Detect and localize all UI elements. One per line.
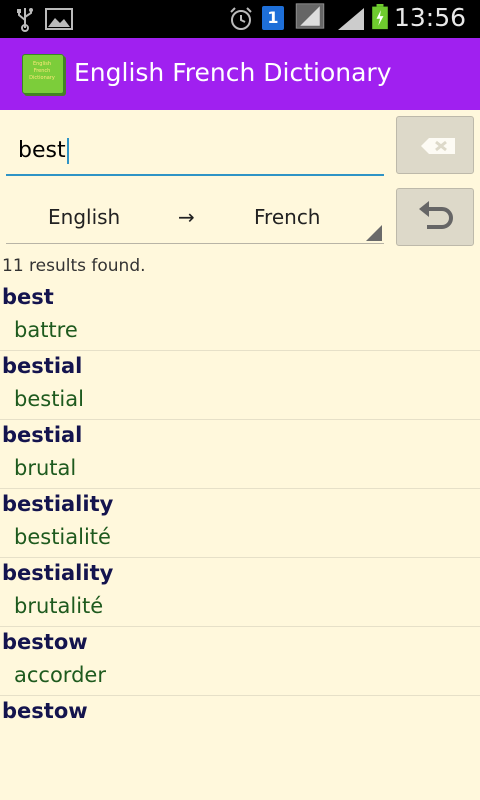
result-item[interactable]: bestiality bestialité [0,489,480,558]
result-translation: accorder [14,663,106,687]
language-selector[interactable]: English → French [6,196,384,244]
result-item[interactable]: bestial brutal [0,420,480,489]
backspace-icon [421,138,455,154]
result-item[interactable]: best battre [0,282,480,351]
result-item[interactable]: bestow accorder [0,627,480,696]
result-translation: brutal [14,456,77,480]
result-translation: bestialité [14,525,111,549]
sim-1-icon: 1 [262,6,284,30]
result-word: bestial [2,354,83,378]
result-translation: bestial [14,387,84,411]
source-language: English [48,205,121,229]
result-item[interactable]: bestow [0,696,480,765]
search-field[interactable]: best [6,128,384,176]
result-translation: battre [14,318,78,342]
clear-button[interactable] [396,116,474,174]
result-translation: brutalité [14,594,104,618]
result-word: bestiality [2,492,114,516]
clock: 13:56 [393,3,466,32]
alarm-icon [230,7,252,30]
results-list: best battre bestial bestial bestial brut… [0,282,480,765]
search-input[interactable]: best [18,138,318,164]
image-icon [45,8,73,30]
text-caret [66,138,69,164]
result-item[interactable]: bestiality brutalité [0,558,480,627]
app-title: English French Dictionary [74,58,392,87]
app-icon-text: English French Dictionary [29,61,55,81]
signal-icon [295,3,325,29]
target-language: French [254,205,321,229]
result-word: bestow [2,630,88,654]
status-bar: 1 13:56 [0,0,480,38]
direction-arrow: → [178,205,195,229]
app-icon: English French Dictionary [22,54,64,94]
search-value: best [18,138,66,163]
battery-charging-icon [372,4,388,30]
dropdown-indicator-icon [366,225,382,241]
result-word: bestial [2,423,83,447]
result-word: bestow [2,699,88,723]
signal-icon [338,8,364,30]
result-word: bestiality [2,561,114,585]
undo-icon [419,201,453,229]
result-word: best [2,285,54,309]
app-bar: English French Dictionary English French… [0,38,480,110]
swap-languages-button[interactable] [396,188,474,246]
result-item[interactable]: bestial bestial [0,351,480,420]
usb-icon [17,8,33,32]
results-count: 11 results found. [2,256,146,276]
